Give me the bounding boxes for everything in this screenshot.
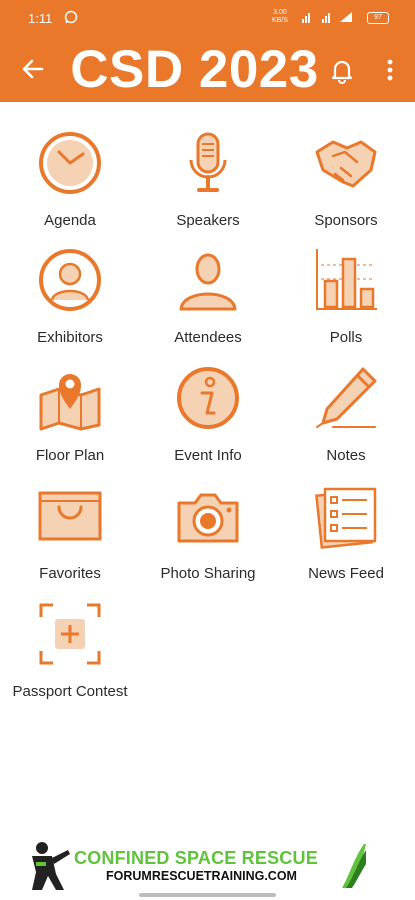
info-icon bbox=[177, 367, 239, 429]
bell-icon[interactable] bbox=[328, 56, 356, 84]
menu-label: Passport Contest bbox=[12, 683, 128, 700]
menu-label: Sponsors bbox=[314, 212, 378, 229]
handshake-icon bbox=[315, 140, 377, 188]
menu-label: Polls bbox=[329, 329, 363, 346]
menu-item-photo-sharing[interactable]: Photo Sharing bbox=[140, 471, 276, 582]
pen-icon bbox=[316, 367, 377, 428]
banner-title: CONFINED SPACE RESCUE bbox=[74, 848, 318, 868]
person-icon bbox=[179, 253, 237, 311]
rescuer-figure-icon bbox=[32, 842, 70, 890]
clock-icon bbox=[39, 132, 101, 194]
menu-item-passport-contest[interactable]: Passport Contest bbox=[2, 589, 138, 700]
menu-item-floor-plan[interactable]: Floor Plan bbox=[2, 353, 138, 464]
microphone-icon bbox=[189, 132, 227, 192]
menu-label: Speakers bbox=[176, 212, 240, 229]
person-circle-icon bbox=[39, 249, 101, 311]
menu-item-event-info[interactable]: Event Info bbox=[140, 353, 276, 464]
menu-label: Attendees bbox=[174, 329, 242, 346]
menu-item-exhibitors[interactable]: Exhibitors bbox=[2, 235, 138, 346]
whatsapp-icon bbox=[64, 10, 78, 24]
status-bar: 1:11 3.00 KB/S 97 bbox=[0, 0, 415, 36]
menu-label: Event Info bbox=[174, 447, 242, 464]
menu-label: Agenda bbox=[44, 212, 96, 229]
menu-item-favorites[interactable]: Favorites bbox=[2, 471, 138, 582]
menu-label: Notes bbox=[326, 447, 366, 464]
menu-item-agenda[interactable]: Agenda bbox=[2, 118, 138, 229]
menu-label: News Feed bbox=[308, 565, 384, 582]
sponsor-banner[interactable]: CONFINED SPACE RESCUE FORUMRESCUETRAININ… bbox=[22, 840, 367, 892]
app-bar: CSD 2023 bbox=[0, 36, 415, 102]
camera-icon bbox=[177, 493, 239, 543]
menu-label: Floor Plan bbox=[35, 447, 105, 464]
status-time: 1:11 bbox=[28, 11, 53, 26]
shopping-bag-icon bbox=[38, 491, 102, 541]
menu-label: Favorites bbox=[39, 565, 101, 582]
checklist-icon bbox=[315, 487, 377, 549]
menu-item-attendees[interactable]: Attendees bbox=[140, 235, 276, 346]
more-options-icon[interactable] bbox=[378, 56, 402, 84]
app-title: CSD 2023 bbox=[70, 40, 319, 99]
network-speed: 3.00 KB/S bbox=[272, 9, 288, 24]
menu-item-notes[interactable]: Notes bbox=[278, 353, 414, 464]
home-indicator[interactable] bbox=[139, 893, 276, 897]
menu-label: Exhibitors bbox=[37, 329, 103, 346]
menu-item-polls[interactable]: Polls bbox=[278, 235, 414, 346]
signal-icon bbox=[302, 12, 352, 23]
green-swoosh-icon bbox=[342, 844, 366, 888]
map-pin-icon bbox=[39, 374, 101, 431]
menu-item-news-feed[interactable]: News Feed bbox=[278, 471, 414, 582]
bar-chart-icon bbox=[316, 249, 377, 310]
battery-indicator: 97 bbox=[367, 12, 389, 24]
back-arrow-icon[interactable] bbox=[20, 56, 46, 82]
menu-label: Photo Sharing bbox=[160, 565, 256, 582]
menu-item-sponsors[interactable]: Sponsors bbox=[278, 118, 414, 229]
scan-plus-icon bbox=[39, 603, 101, 665]
menu-item-speakers[interactable]: Speakers bbox=[140, 118, 276, 229]
banner-url: FORUMRESCUETRAINING.COM bbox=[106, 869, 297, 883]
